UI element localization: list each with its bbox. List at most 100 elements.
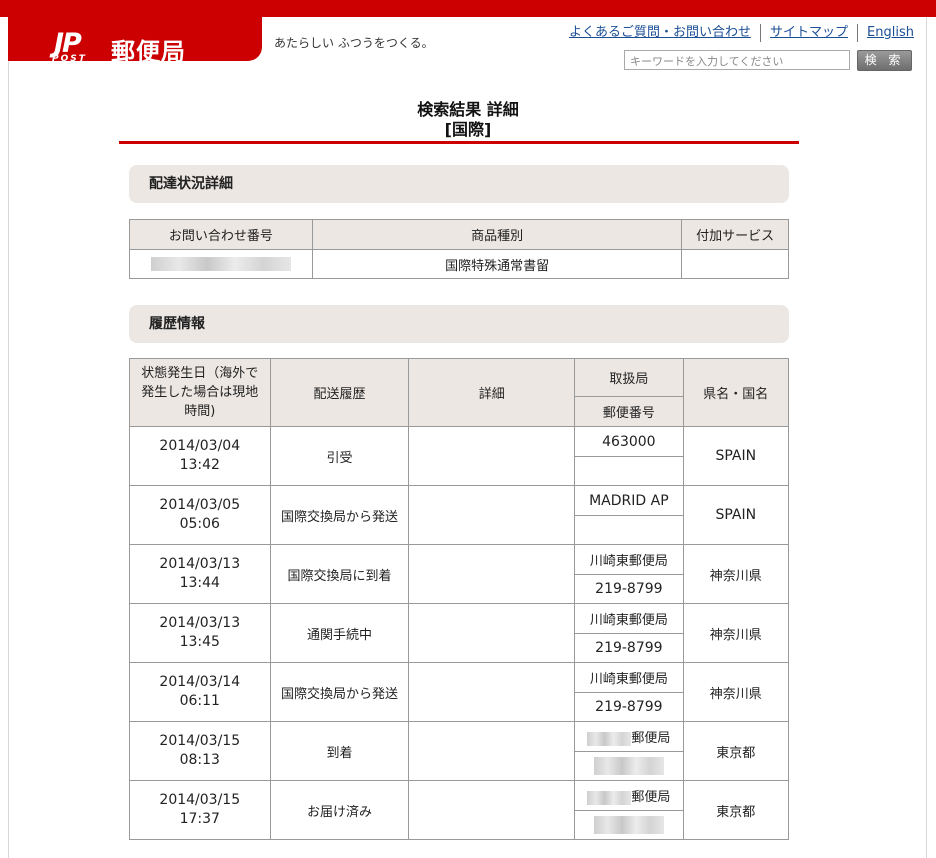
link-sitemap[interactable]: サイトマップ [760, 24, 857, 42]
redacted-office-name [587, 731, 632, 746]
time: 13:44 [179, 575, 220, 591]
office-cell: 川崎東郵便局 [574, 603, 684, 634]
postal-cell [574, 810, 684, 840]
office-cell: 郵便局 [574, 721, 684, 752]
postal-cell [574, 515, 684, 545]
delivery-table: お問い合わせ番号 商品種別 付加サービス 国際特殊通常書留 [129, 219, 789, 279]
logo-mark-post: POST [52, 54, 87, 64]
date: 2014/03/15 [159, 792, 241, 808]
date-cell: 2014/03/13 13:45 [129, 603, 271, 663]
page-border-right [926, 17, 927, 858]
col-header-region: 県名・国名 [682, 358, 790, 427]
office-suffix: 郵便局 [631, 790, 671, 805]
link-english[interactable]: English [857, 24, 914, 42]
region-cell: 神奈川県 [682, 662, 790, 722]
link-faq-contact[interactable]: よくあるご質問・お問い合わせ [560, 24, 760, 42]
col-header-status: 配送履歴 [269, 358, 410, 427]
logo-tab[interactable]: JP POST 郵便局 [8, 14, 262, 66]
history-table: 状態発生日（海外で発生した場合は現地時間) 配送履歴 詳細 取扱局 県名・国名 … [129, 358, 790, 840]
time: 13:42 [179, 457, 220, 473]
col-header-office: 取扱局 [574, 358, 684, 397]
history-row: 2014/03/13 13:45 通関手続中 川崎東郵便局 神奈川県 [129, 603, 790, 663]
additional-service-cell [681, 249, 789, 279]
time: 08:13 [179, 752, 220, 768]
jp-post-logo-icon: JP POST [48, 28, 100, 66]
date-cell: 2014/03/04 13:42 [129, 426, 271, 486]
page-subtitle: [国際] [444, 120, 492, 139]
section-heading-history: 履歴情報 [129, 305, 789, 343]
col-header-detail: 詳細 [408, 358, 576, 427]
product-type-cell: 国際特殊通常書留 [311, 249, 683, 279]
history-row: 2014/03/13 13:44 国際交換局に到着 川崎東郵便局 神奈川県 [129, 544, 790, 604]
date: 2014/03/05 [159, 497, 241, 513]
detail-cell [408, 544, 576, 604]
tracking-number-cell [129, 249, 313, 279]
col-header-date: 状態発生日（海外で発生した場合は現地時間) [129, 358, 271, 427]
date-cell: 2014/03/14 06:11 [129, 662, 271, 722]
status-cell: お届け済み [269, 780, 410, 840]
region-cell: SPAIN [682, 485, 790, 545]
history-row: 2014/03/05 05:06 国際交換局から発送 MADRID AP SPA… [129, 485, 790, 545]
office-suffix: 郵便局 [631, 731, 671, 746]
page-border-left [8, 17, 9, 858]
history-row: 2014/03/14 06:11 国際交換局から発送 川崎東郵便局 神奈川県 [129, 662, 790, 722]
detail-cell [408, 485, 576, 545]
col-header-product-type: 商品種別 [311, 219, 683, 250]
time: 06:11 [179, 693, 220, 709]
redacted-tracking-number [150, 257, 291, 271]
status-cell: 国際交換局から発送 [269, 485, 410, 545]
date-cell: 2014/03/15 17:37 [129, 780, 271, 840]
time: 05:06 [179, 516, 220, 532]
detail-cell [408, 780, 576, 840]
status-cell: 引受 [269, 426, 410, 486]
redacted-postal-code [593, 757, 664, 775]
time: 17:37 [179, 811, 220, 827]
status-cell: 国際交換局から発送 [269, 662, 410, 722]
region-cell: 神奈川県 [682, 603, 790, 663]
office-cell: 川崎東郵便局 [574, 544, 684, 575]
region-cell: SPAIN [682, 426, 790, 486]
title-divider [119, 141, 799, 144]
region-cell: 神奈川県 [682, 544, 790, 604]
postal-cell: 219-8799 [574, 574, 684, 604]
tagline: あたらしい ふつうをつくる。 [274, 36, 434, 50]
detail-cell [408, 721, 576, 781]
postal-cell: 219-8799 [574, 633, 684, 663]
history-row: 2014/03/15 08:13 到着 郵便局 東京都 [129, 721, 790, 781]
office-cell: 郵便局 [574, 780, 684, 811]
history-row: 2014/03/15 17:37 お届け済み 郵便局 東京都 [129, 780, 790, 840]
redacted-office-name [587, 790, 632, 805]
region-cell: 東京都 [682, 721, 790, 781]
date: 2014/03/14 [159, 674, 241, 690]
col-header-additional-service: 付加サービス [681, 219, 789, 250]
office-cell: 463000 [574, 426, 684, 457]
postal-cell [574, 456, 684, 486]
col-header-postal-code: 郵便番号 [574, 396, 684, 427]
date-cell: 2014/03/05 05:06 [129, 485, 271, 545]
status-cell: 通関手続中 [269, 603, 410, 663]
col-header-tracking-number: お問い合わせ番号 [129, 219, 313, 250]
date-cell: 2014/03/13 13:44 [129, 544, 271, 604]
date-cell: 2014/03/15 08:13 [129, 721, 271, 781]
date: 2014/03/13 [159, 615, 241, 631]
date: 2014/03/13 [159, 556, 241, 572]
search-button[interactable]: 検 索 [857, 50, 912, 71]
status-cell: 国際交換局に到着 [269, 544, 410, 604]
header-links: よくあるご質問・お問い合わせ サイトマップ English [540, 24, 914, 42]
section-heading-delivery: 配達状況詳細 [129, 165, 789, 203]
detail-cell [408, 662, 576, 722]
date: 2014/03/04 [159, 438, 241, 454]
time: 13:45 [179, 634, 220, 650]
detail-cell [408, 426, 576, 486]
date: 2014/03/15 [159, 733, 241, 749]
detail-cell [408, 603, 576, 663]
search-input[interactable]: キーワードを入力してください [624, 50, 850, 70]
office-cell: MADRID AP [574, 485, 684, 516]
office-cell: 川崎東郵便局 [574, 662, 684, 693]
postal-cell [574, 751, 684, 781]
region-cell: 東京都 [682, 780, 790, 840]
history-row: 2014/03/04 13:42 引受 463000 SPAIN [129, 426, 790, 486]
redacted-postal-code [593, 816, 664, 834]
postal-cell: 219-8799 [574, 692, 684, 722]
status-cell: 到着 [269, 721, 410, 781]
